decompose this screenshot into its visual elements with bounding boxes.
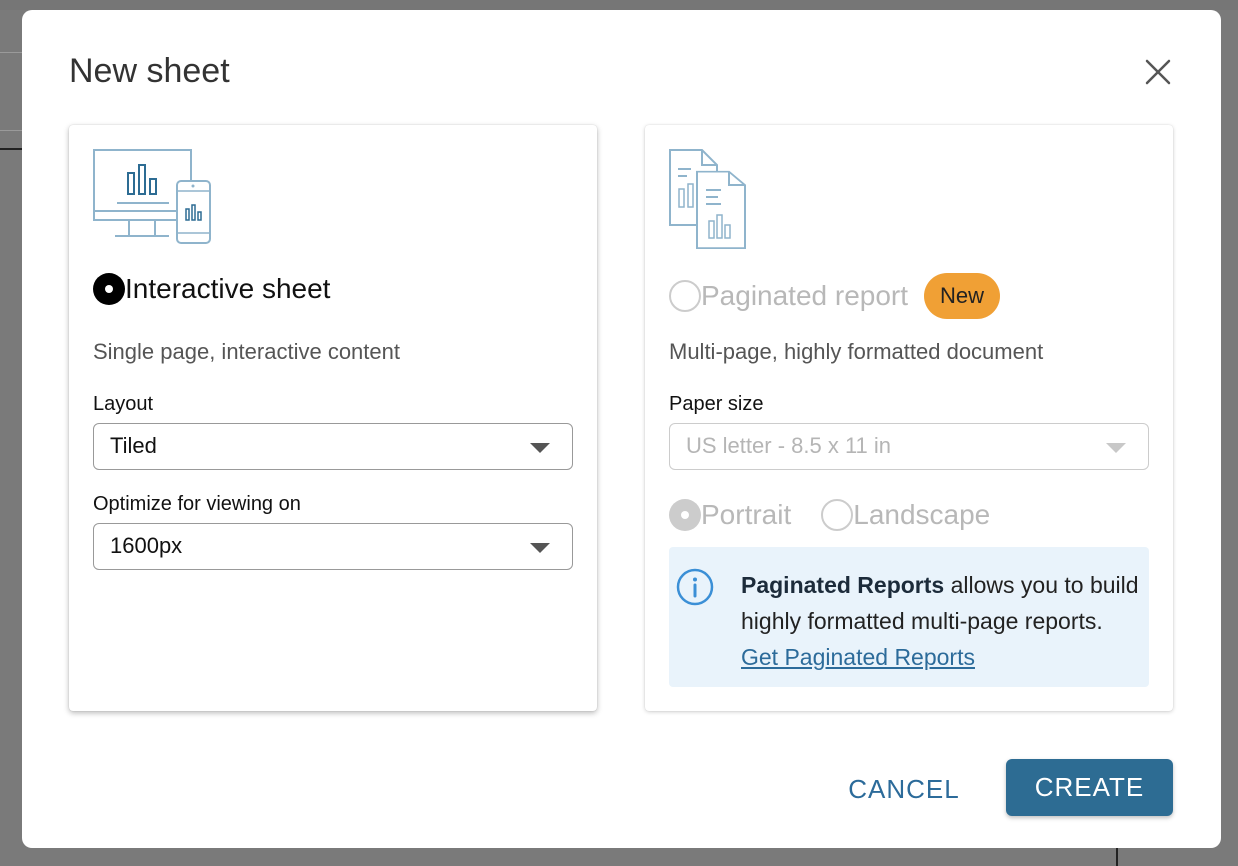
close-button[interactable] xyxy=(1140,54,1176,90)
paper-size-label: Paper size xyxy=(669,393,764,415)
info-text: Paginated Reports allows you to build hi… xyxy=(741,567,1141,675)
interactive-sheet-label: Interactive sheet xyxy=(125,273,331,304)
paper-size-select-value: US letter - 8.5 x 11 in xyxy=(686,433,892,458)
paginated-report-card[interactable]: Paginated report New Multi-page, highly … xyxy=(645,125,1173,711)
optimize-label: Optimize for viewing on xyxy=(93,493,301,515)
chevron-down-icon xyxy=(530,443,550,453)
background-app xyxy=(0,0,1238,10)
get-paginated-reports-link[interactable]: Get Paginated Reports xyxy=(741,644,975,670)
interactive-sheet-description: Single page, interactive content xyxy=(93,339,400,364)
new-badge: New xyxy=(924,273,1001,319)
dialog-title: New sheet xyxy=(69,52,230,90)
cancel-button[interactable]: CANCEL xyxy=(834,765,974,813)
landscape-radio[interactable] xyxy=(821,499,854,531)
interactive-sheet-option[interactable]: Interactive sheet xyxy=(93,273,330,305)
paper-size-select[interactable]: US letter - 8.5 x 11 in xyxy=(669,423,1149,470)
portrait-radio[interactable] xyxy=(669,499,701,531)
optimize-select[interactable]: 1600px xyxy=(93,523,573,570)
layout-select[interactable]: Tiled xyxy=(93,423,573,470)
landscape-label: Landscape xyxy=(853,499,991,530)
paginated-report-description: Multi-page, highly formatted document xyxy=(669,339,1044,364)
paginated-documents-icon xyxy=(669,149,749,254)
orientation-group: Portrait Landscape xyxy=(669,499,1020,531)
background-divider xyxy=(0,148,22,150)
paginated-report-radio[interactable] xyxy=(669,280,701,312)
layout-label: Layout xyxy=(93,393,154,415)
new-sheet-dialog: New sheet Interactive sheet Single page,… xyxy=(22,10,1221,848)
layout-select-value: Tiled xyxy=(110,433,157,458)
paginated-info-box: Paginated Reports allows you to build hi… xyxy=(669,547,1149,687)
paginated-report-label: Paginated report xyxy=(701,280,909,311)
chevron-down-icon xyxy=(530,543,550,553)
portrait-label: Portrait xyxy=(701,499,792,530)
close-icon xyxy=(1145,59,1171,85)
background-divider xyxy=(0,130,22,131)
desktop-mobile-chart-icon xyxy=(93,149,217,250)
optimize-select-value: 1600px xyxy=(110,533,183,558)
info-icon xyxy=(676,568,714,606)
background-divider xyxy=(0,52,22,53)
interactive-sheet-card[interactable]: Interactive sheet Single page, interacti… xyxy=(69,125,597,711)
info-bold-text: Paginated Reports xyxy=(741,572,945,598)
chevron-down-icon xyxy=(1106,443,1126,453)
paginated-report-option[interactable]: Paginated report New xyxy=(669,273,1001,319)
interactive-sheet-radio[interactable] xyxy=(93,273,125,305)
background-divider xyxy=(1116,848,1118,866)
create-button[interactable]: CREATE xyxy=(1006,759,1173,816)
